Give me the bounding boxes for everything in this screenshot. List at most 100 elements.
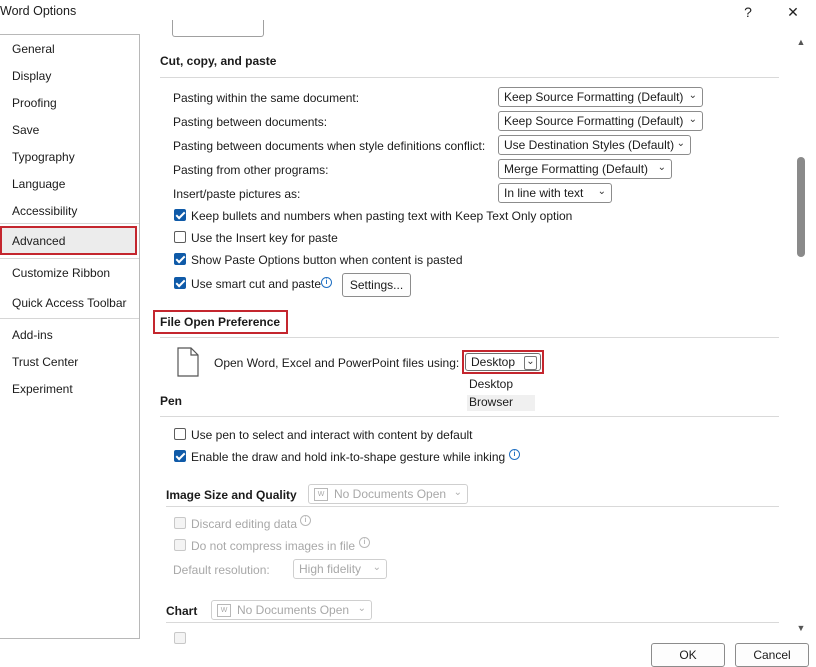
info-icon[interactable]: i	[359, 537, 370, 548]
default-resolution-value: High fidelity	[299, 562, 362, 576]
sidebar-item-proofing[interactable]: Proofing	[12, 96, 57, 110]
paste-within-label: Pasting within the same document:	[173, 91, 360, 105]
info-icon[interactable]: i	[300, 515, 311, 526]
file-open-value: Desktop	[471, 355, 516, 369]
file-open-select[interactable]: Desktop ⌄	[465, 353, 541, 371]
clip-mask	[159, 630, 799, 644]
sidebar-divider	[0, 223, 139, 224]
sidebar-item-trust-center[interactable]: Trust Center	[12, 355, 78, 369]
smart-cut-label: Use smart cut and paste	[191, 277, 322, 291]
section-divider	[160, 416, 779, 417]
cancel-button[interactable]: Cancel	[735, 643, 809, 667]
sidebar-item-general[interactable]: General	[12, 42, 55, 56]
chevron-down-icon: ⌄	[688, 114, 697, 125]
use-pen-label: Use pen to select and interact with cont…	[191, 428, 473, 442]
ink-to-shape-label: Enable the draw and hold ink-to-shape ge…	[191, 450, 506, 464]
paste-pictures-label: Insert/paste pictures as:	[173, 187, 301, 201]
info-icon[interactable]: i	[509, 449, 520, 460]
use-pen-checkbox[interactable]	[174, 428, 186, 440]
chart-doc-select[interactable]: W No Documents Open ⌄	[211, 600, 372, 620]
paste-other-value: Merge Formatting (Default)	[504, 162, 649, 176]
section-divider	[160, 77, 779, 78]
word-doc-icon: W	[217, 603, 231, 617]
discard-editing-checkbox[interactable]	[174, 517, 186, 529]
paste-between-value: Keep Source Formatting (Default)	[504, 114, 684, 128]
sidebar-divider	[0, 318, 139, 319]
chevron-down-icon: ⌄	[357, 603, 366, 614]
sidebar-item-accessibility[interactable]: Accessibility	[12, 204, 77, 218]
paste-within-value: Keep Source Formatting (Default)	[504, 90, 684, 104]
no-compress-label: Do not compress images in file	[191, 539, 356, 553]
chevron-down-icon: ⌄	[372, 562, 381, 573]
section-divider	[166, 622, 779, 623]
chevron-down-icon: ⌄	[524, 356, 537, 370]
chart-doc-value: No Documents Open	[237, 603, 350, 617]
paste-options-label: Show Paste Options button when content i…	[191, 253, 463, 267]
image-doc-select[interactable]: W No Documents Open ⌄	[308, 484, 468, 504]
sidebar-item-save[interactable]: Save	[12, 123, 39, 137]
sidebar: General Display Proofing Save Typography…	[0, 34, 140, 639]
paste-options-checkbox[interactable]	[174, 253, 186, 265]
smart-cut-settings-button[interactable]: Settings...	[342, 273, 411, 297]
image-doc-value: No Documents Open	[334, 487, 447, 501]
section-heading-file-open-preference: File Open Preference	[160, 315, 281, 329]
chevron-down-icon: ⌄	[597, 186, 606, 197]
paste-pictures-select[interactable]: In line with text ⌄	[498, 183, 612, 203]
sidebar-item-quick-access-toolbar[interactable]: Quick Access Toolbar	[12, 296, 127, 310]
paste-between-label: Pasting between documents:	[173, 115, 328, 129]
window-title: Word Options	[0, 4, 77, 18]
section-heading-image-size-quality: Image Size and Quality	[166, 488, 297, 502]
insert-key-checkbox[interactable]	[174, 231, 186, 243]
paste-conflict-label: Pasting between documents when style def…	[173, 139, 486, 153]
info-icon[interactable]: i	[321, 277, 332, 288]
sidebar-item-experiment[interactable]: Experiment	[12, 382, 73, 396]
chevron-down-icon: ⌄	[657, 162, 666, 173]
paste-pictures-value: In line with text	[504, 186, 584, 200]
section-divider	[166, 506, 779, 507]
ok-button[interactable]: OK	[651, 643, 725, 667]
sidebar-item-display[interactable]: Display	[12, 69, 51, 83]
close-icon: ✕	[787, 3, 799, 20]
scroll-up-arrow-icon[interactable]: ▲	[795, 37, 807, 47]
chevron-down-icon: ⌄	[688, 90, 697, 101]
dropdown-option-browser[interactable]: Browser	[467, 395, 535, 411]
section-heading-chart: Chart	[166, 604, 198, 618]
insert-key-label: Use the Insert key for paste	[191, 231, 338, 245]
word-doc-icon: W	[314, 487, 328, 501]
paste-other-label: Pasting from other programs:	[173, 163, 329, 177]
close-button[interactable]: ✕	[778, 0, 808, 24]
section-divider	[160, 337, 779, 338]
sidebar-item-customize-ribbon[interactable]: Customize Ribbon	[12, 266, 110, 280]
no-compress-checkbox[interactable]	[174, 539, 186, 551]
chevron-down-icon: ⌄	[676, 138, 685, 149]
chevron-down-icon: ⌄	[453, 487, 462, 498]
keep-bullets-label: Keep bullets and numbers when pasting te…	[191, 209, 573, 223]
chart-option-checkbox[interactable]	[174, 632, 186, 644]
dropdown-option-desktop[interactable]: Desktop	[467, 377, 537, 391]
help-icon: ?	[744, 4, 752, 20]
section-heading-cut-copy-paste: Cut, copy, and paste	[160, 54, 277, 68]
paste-conflict-value: Use Destination Styles (Default)	[504, 138, 675, 152]
sidebar-item-typography[interactable]: Typography	[12, 150, 75, 164]
discard-editing-label: Discard editing data	[191, 517, 298, 531]
paste-conflict-select[interactable]: Use Destination Styles (Default) ⌄	[498, 135, 691, 155]
cut-off-button[interactable]	[172, 20, 264, 37]
file-open-label: Open Word, Excel and PowerPoint files us…	[214, 356, 460, 370]
sidebar-item-language[interactable]: Language	[12, 177, 65, 191]
paste-other-select[interactable]: Merge Formatting (Default) ⌄	[498, 159, 672, 179]
scrollbar-thumb[interactable]	[797, 157, 805, 257]
scroll-down-arrow-icon[interactable]: ▼	[795, 623, 807, 633]
ink-to-shape-checkbox[interactable]	[174, 450, 186, 462]
section-heading-pen: Pen	[160, 394, 183, 408]
paste-between-select[interactable]: Keep Source Formatting (Default) ⌄	[498, 111, 703, 131]
sidebar-divider	[0, 258, 139, 259]
smart-cut-checkbox[interactable]	[174, 277, 186, 289]
keep-bullets-checkbox[interactable]	[174, 209, 186, 221]
default-resolution-select[interactable]: High fidelity ⌄	[293, 559, 387, 579]
default-resolution-label: Default resolution:	[173, 563, 270, 577]
paste-within-select[interactable]: Keep Source Formatting (Default) ⌄	[498, 87, 703, 107]
sidebar-item-advanced[interactable]: Advanced	[12, 234, 65, 248]
document-icon	[177, 347, 199, 377]
help-button[interactable]: ?	[733, 0, 763, 24]
sidebar-item-add-ins[interactable]: Add-ins	[12, 328, 53, 342]
